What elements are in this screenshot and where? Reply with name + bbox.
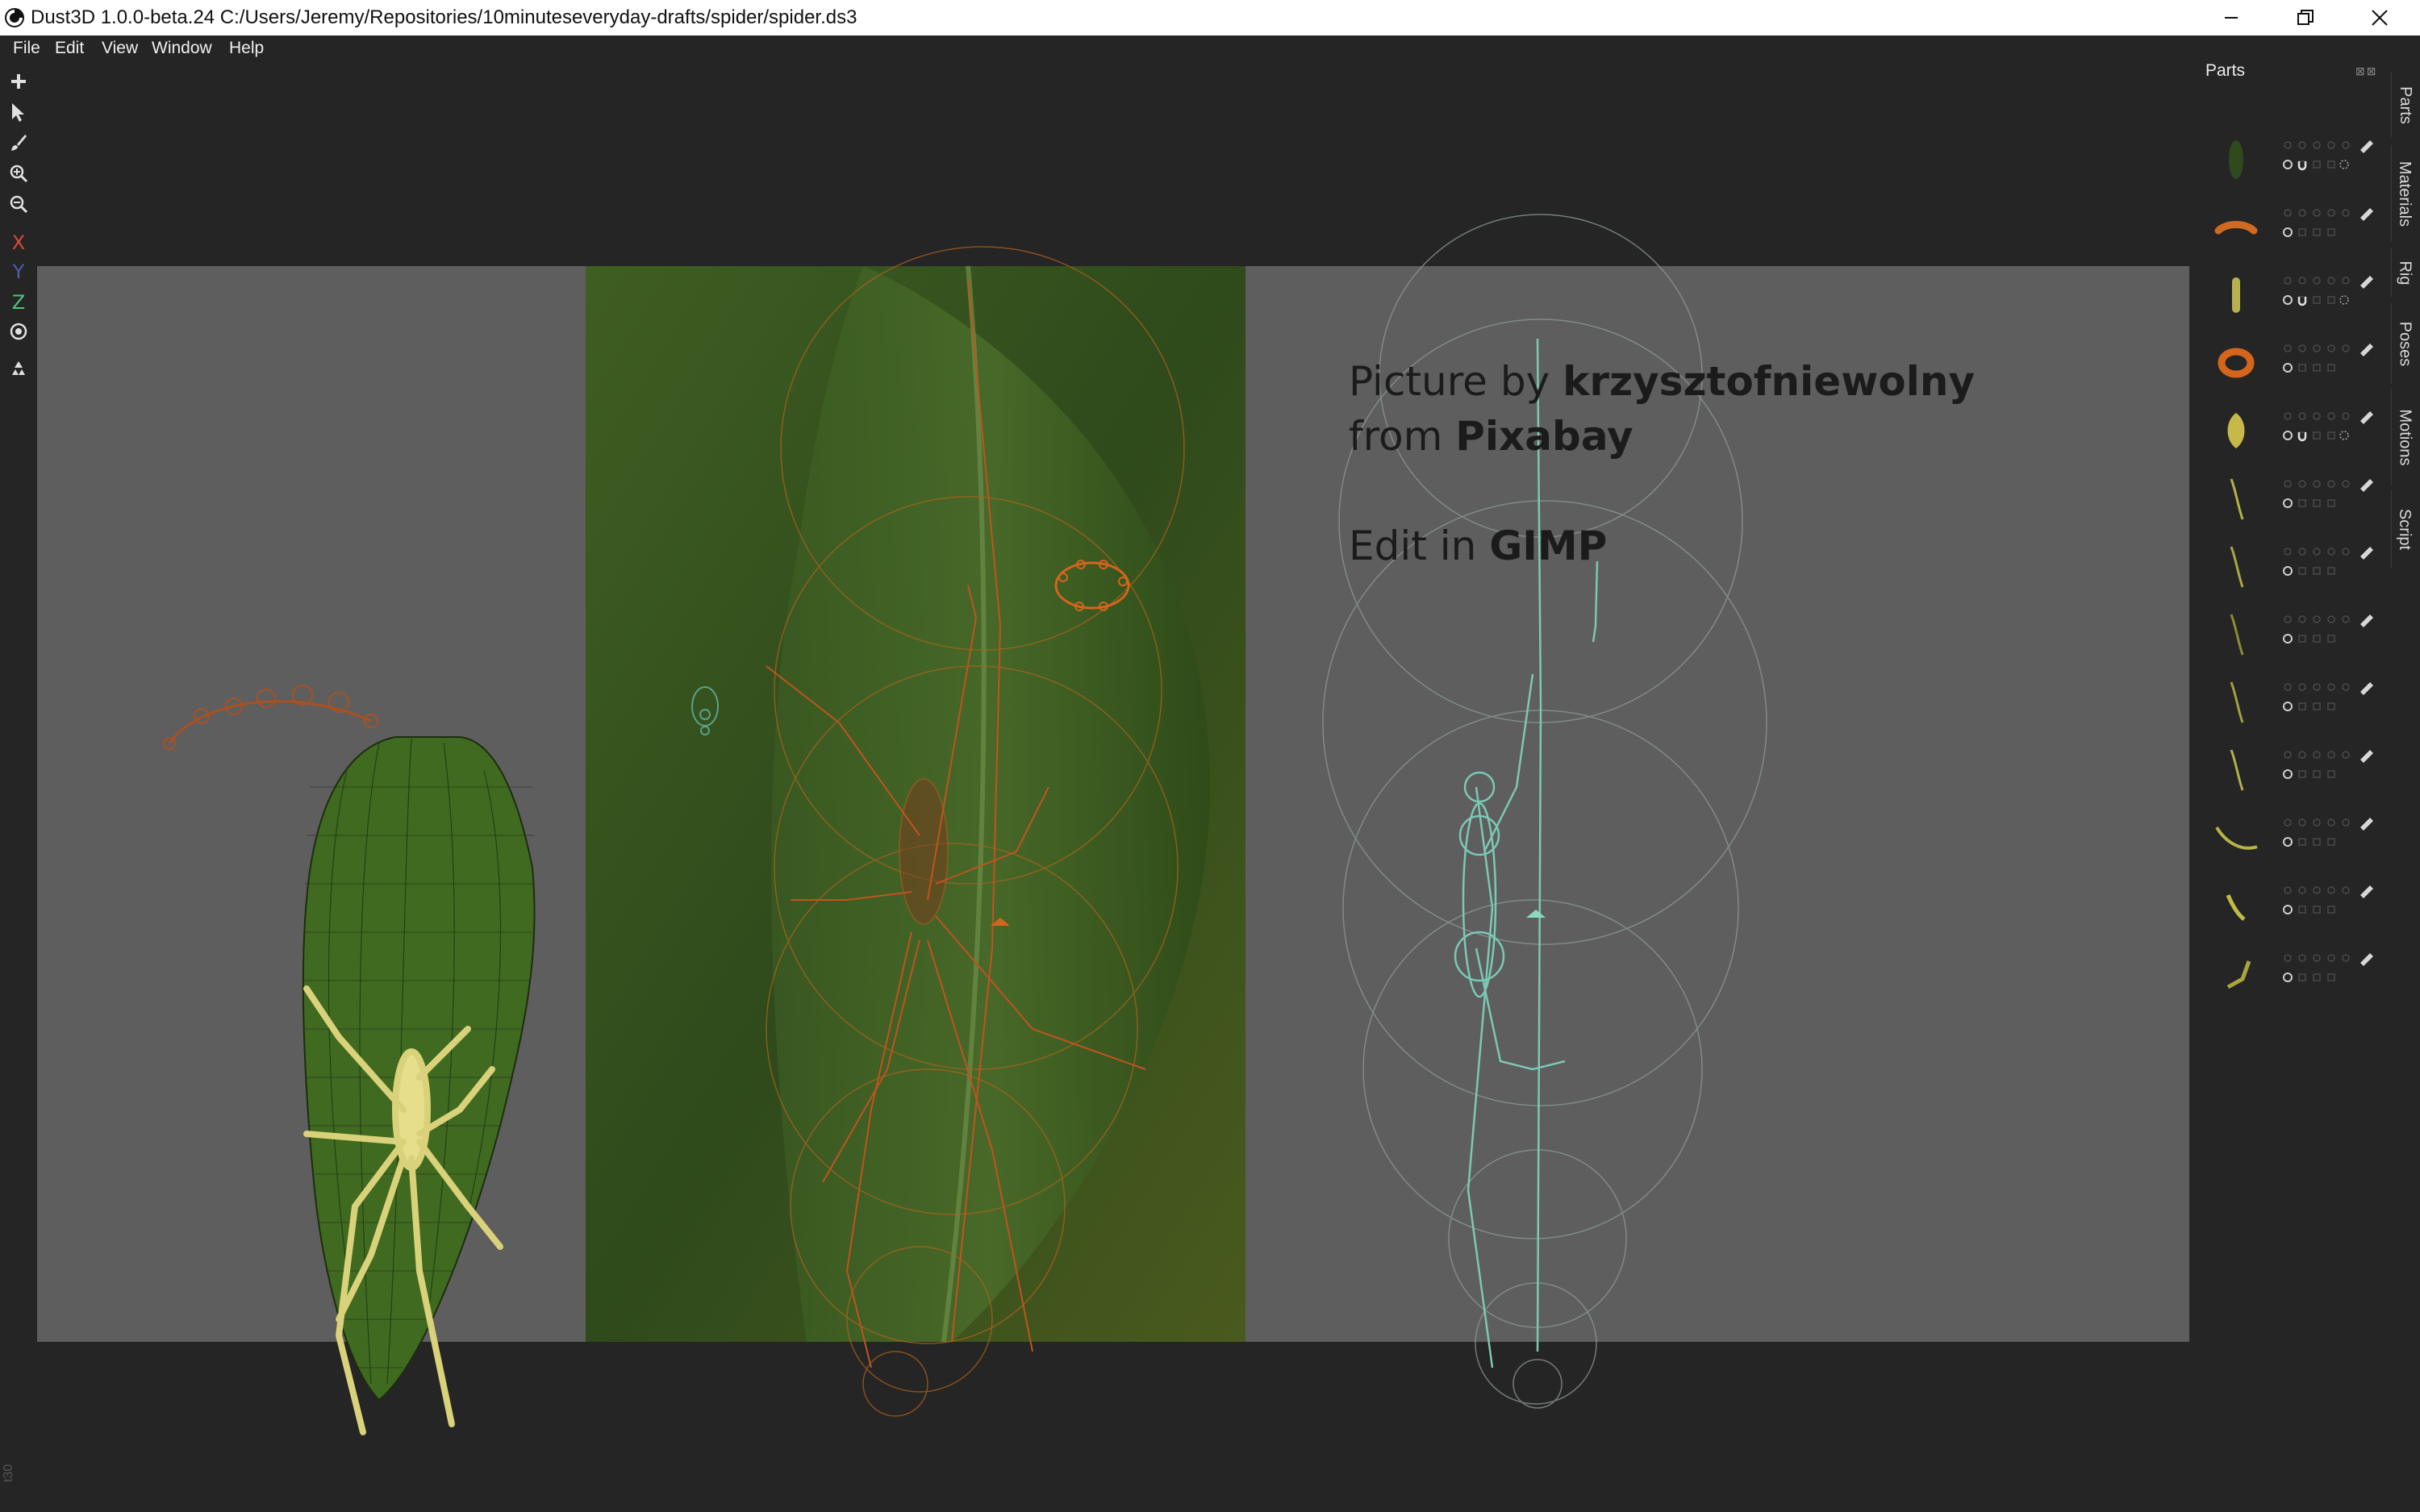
part-controls[interactable] — [2283, 408, 2380, 456]
part-row[interactable] — [2194, 737, 2388, 805]
part-row[interactable] — [2194, 805, 2388, 873]
canvas-drawing — [37, 214, 2189, 1435]
part-controls[interactable] — [2283, 205, 2380, 253]
paint-brush-icon — [11, 135, 27, 151]
part-thumbnail — [2215, 826, 2258, 850]
y-axis-lock-toggle[interactable]: Y — [3, 256, 34, 287]
credit-line-author: Picture by krzysztofniewolny — [1349, 358, 1976, 405]
tab-materials[interactable]: Materials — [2391, 145, 2418, 242]
x-axis-lock-toggle[interactable]: X — [3, 227, 34, 258]
part-controls[interactable] — [2283, 340, 2380, 389]
parts-panel-title: Parts — [2205, 61, 2246, 80]
paint-tool[interactable] — [3, 127, 34, 158]
add-node-tool[interactable] — [3, 66, 34, 97]
part-controls[interactable] — [2283, 611, 2380, 660]
part-controls[interactable] — [2283, 814, 2380, 863]
zoom-out-icon — [10, 195, 28, 214]
credit-line-source: from Pixabay — [1349, 413, 1634, 460]
close-icon — [2372, 10, 2388, 26]
credit-tool: GIMP — [1489, 523, 1608, 569]
panel-float-close-icon[interactable]: ⊠⊠ — [2355, 65, 2377, 78]
part-controls[interactable] — [2283, 273, 2380, 321]
part-thumbnail — [2218, 348, 2255, 378]
select-cursor-icon — [12, 103, 24, 122]
minimize-button[interactable] — [2194, 0, 2268, 35]
part-row[interactable] — [2194, 331, 2388, 398]
part-row[interactable] — [2194, 398, 2388, 466]
menu-help[interactable]: Help — [229, 39, 264, 58]
parts-panel: Parts ⊠⊠ — [2194, 61, 2388, 1512]
part-controls[interactable] — [2283, 544, 2380, 592]
minimize-icon — [2225, 17, 2238, 19]
zoom-out-tool[interactable] — [3, 189, 34, 219]
radius-lock-toggle[interactable] — [3, 316, 34, 347]
model-canvas[interactable]: Picture by krzysztofniewolny from Pixaba… — [0, 61, 2194, 1512]
menu-view[interactable]: View — [102, 39, 138, 58]
restore-button[interactable] — [2268, 0, 2343, 35]
part-thumbnail — [2230, 749, 2244, 791]
select-tool[interactable] — [3, 97, 34, 127]
menu-bar: File Edit View Window Help — [0, 35, 2194, 61]
part-controls[interactable] — [2283, 747, 2380, 795]
part-row[interactable] — [2194, 602, 2388, 669]
part-thumbnail — [2229, 140, 2243, 179]
part-controls[interactable] — [2283, 950, 2380, 998]
corner-label: t30 — [2, 1464, 15, 1482]
part-controls[interactable] — [2283, 137, 2380, 185]
part-row[interactable] — [2194, 466, 2388, 534]
left-toolbar: X Y Z — [0, 65, 37, 403]
menu-edit[interactable]: Edit — [55, 39, 84, 58]
part-row[interactable] — [2194, 669, 2388, 737]
part-thumbnail — [2230, 614, 2244, 656]
side-tab-bar: Parts Materials Rig Poses Motions Script — [2388, 61, 2420, 706]
part-row[interactable] — [2194, 195, 2388, 263]
window-title: Dust3D 1.0.0-beta.24 C:/Users/Jeremy/Rep… — [31, 6, 857, 28]
zoom-in-icon — [10, 165, 28, 183]
tab-script[interactable]: Script — [2391, 490, 2418, 568]
z-axis-lock-toggle[interactable]: Z — [3, 287, 34, 318]
part-thumbnail — [2227, 413, 2245, 448]
recycle-icon — [12, 361, 25, 375]
restore-icon — [2297, 10, 2314, 25]
part-row[interactable] — [2194, 127, 2388, 195]
menu-window[interactable]: Window — [152, 39, 212, 58]
close-button[interactable] — [2343, 0, 2417, 35]
part-row[interactable] — [2194, 534, 2388, 602]
credit-author: krzysztofniewolny — [1563, 358, 1976, 405]
part-controls[interactable] — [2283, 679, 2380, 727]
part-thumbnail — [2230, 681, 2244, 723]
part-row[interactable] — [2194, 940, 2388, 1008]
add-icon — [11, 74, 26, 89]
dust3d-logo-icon — [5, 8, 24, 27]
part-controls[interactable] — [2283, 476, 2380, 524]
part-row[interactable] — [2194, 263, 2388, 331]
credit-line-tool: Edit in GIMP — [1349, 523, 1608, 569]
radius-icon — [10, 323, 27, 340]
part-thumbnail — [2226, 960, 2251, 989]
part-thumbnail — [2214, 221, 2258, 235]
credit-source: Pixabay — [1455, 413, 1634, 460]
zoom-in-tool[interactable] — [3, 158, 34, 189]
title-bar: Dust3D 1.0.0-beta.24 C:/Users/Jeremy/Rep… — [0, 0, 2420, 35]
tab-motions[interactable]: Motions — [2391, 389, 2418, 485]
menu-file[interactable]: File — [13, 39, 40, 58]
tab-rig[interactable]: Rig — [2391, 248, 2418, 297]
part-thumbnail — [2232, 277, 2240, 313]
regenerate-tool[interactable] — [3, 353, 34, 384]
tab-poses[interactable]: Poses — [2391, 303, 2418, 384]
part-thumbnail — [2230, 546, 2244, 588]
part-controls[interactable] — [2283, 882, 2380, 931]
tab-parts[interactable]: Parts — [2391, 73, 2418, 137]
part-row[interactable] — [2194, 873, 2388, 940]
part-thumbnail — [2226, 894, 2246, 921]
part-thumbnail — [2230, 478, 2244, 520]
